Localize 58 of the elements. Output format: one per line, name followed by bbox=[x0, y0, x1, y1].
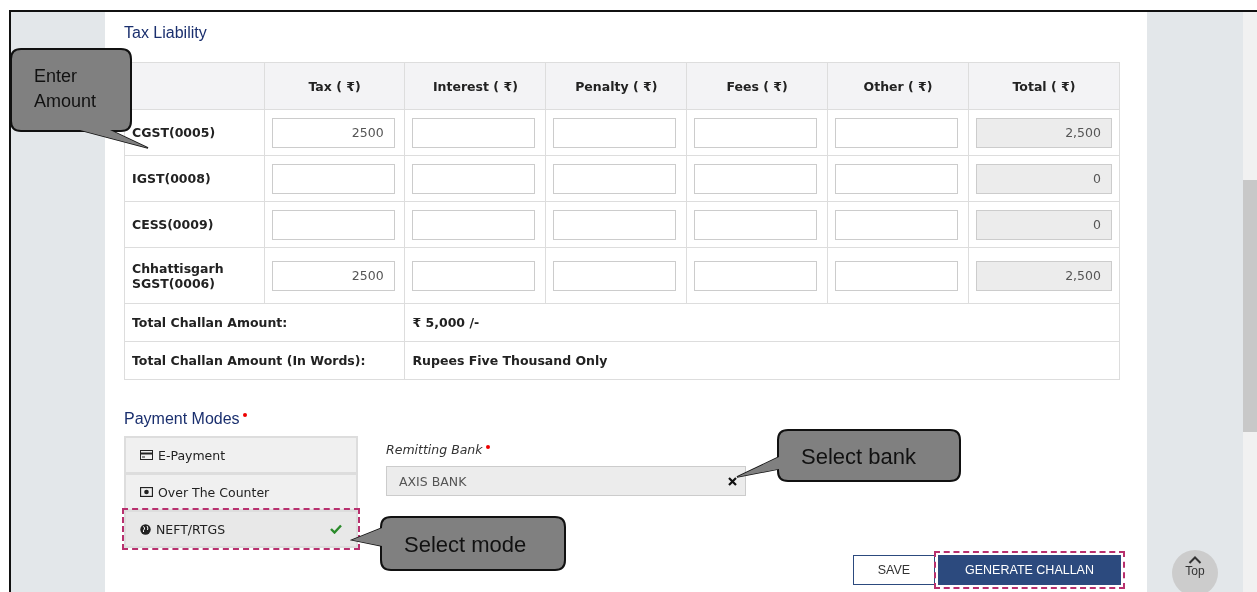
check-icon bbox=[330, 524, 342, 534]
input-field[interactable] bbox=[412, 117, 536, 148]
input-field[interactable] bbox=[553, 209, 677, 240]
input-field[interactable] bbox=[835, 209, 959, 240]
summary-label: Total Challan Amount (In Words): bbox=[132, 353, 366, 368]
top-button[interactable]: Top bbox=[1172, 550, 1218, 592]
globe-icon bbox=[140, 523, 151, 535]
section-title: Tax Liability bbox=[124, 24, 208, 43]
input-field[interactable]: 2500 bbox=[271, 260, 395, 291]
chevron-up-icon bbox=[1188, 556, 1202, 564]
row-label: IGST(0008) bbox=[132, 171, 211, 186]
summary-label: Total Challan Amount: bbox=[132, 315, 288, 330]
input-field[interactable] bbox=[412, 260, 536, 291]
total-field[interactable]: 0 bbox=[975, 163, 1112, 194]
save-button[interactable]: SAVE bbox=[853, 555, 935, 585]
mode-option[interactable]: E-Payment bbox=[126, 438, 356, 472]
mode-option[interactable]: Over The Counter bbox=[126, 475, 356, 509]
callout-text: Enter Amount bbox=[34, 65, 98, 114]
column-header: Total ( ₹) bbox=[968, 62, 1120, 110]
summary-value: ₹ 5,000 /- bbox=[412, 315, 480, 330]
required-icon bbox=[242, 413, 247, 417]
input-field[interactable] bbox=[835, 117, 959, 148]
column-header: Other ( ₹) bbox=[827, 62, 969, 110]
column-header: Fees ( ₹) bbox=[686, 62, 828, 110]
input-field[interactable] bbox=[553, 260, 677, 291]
row-label: Chhattisgarh SGST(0006) bbox=[132, 260, 224, 291]
total-field[interactable]: 0 bbox=[975, 209, 1112, 240]
scrollbar[interactable] bbox=[1243, 12, 1257, 592]
input-field[interactable] bbox=[835, 163, 959, 194]
cash-icon bbox=[140, 487, 153, 497]
field-label: Remitting Bank bbox=[386, 442, 483, 457]
callout-text: Select bank bbox=[801, 443, 917, 471]
input-field[interactable] bbox=[553, 163, 677, 194]
input-field[interactable] bbox=[271, 163, 395, 194]
required-icon bbox=[485, 445, 490, 449]
total-field[interactable]: 2,500 bbox=[975, 117, 1112, 148]
input-field[interactable] bbox=[694, 209, 818, 240]
summary-value: Rupees Five Thousand Only bbox=[412, 353, 608, 368]
section-title: Payment Modes bbox=[124, 410, 240, 428]
input-field[interactable] bbox=[412, 209, 536, 240]
input-field[interactable] bbox=[835, 260, 959, 291]
callout-text: Select mode bbox=[404, 531, 528, 559]
column-header: Penalty ( ₹) bbox=[545, 62, 687, 110]
input-field[interactable] bbox=[271, 209, 395, 240]
input-field[interactable]: 2500 bbox=[271, 117, 395, 148]
clear-icon[interactable] bbox=[728, 476, 737, 486]
bank-select[interactable]: AXIS BANK bbox=[386, 466, 746, 496]
total-field[interactable]: 2,500 bbox=[975, 260, 1112, 291]
row-label: CGST(0005) bbox=[132, 125, 216, 140]
input-field[interactable] bbox=[694, 260, 818, 291]
column-header: Interest ( ₹) bbox=[404, 62, 546, 110]
card-icon bbox=[140, 450, 153, 460]
input-field[interactable] bbox=[694, 117, 818, 148]
column-header: Tax ( ₹) bbox=[264, 62, 405, 110]
input-field[interactable] bbox=[553, 117, 677, 148]
input-field[interactable] bbox=[694, 163, 818, 194]
input-field[interactable] bbox=[412, 163, 536, 194]
row-label: CESS(0009) bbox=[132, 217, 214, 232]
